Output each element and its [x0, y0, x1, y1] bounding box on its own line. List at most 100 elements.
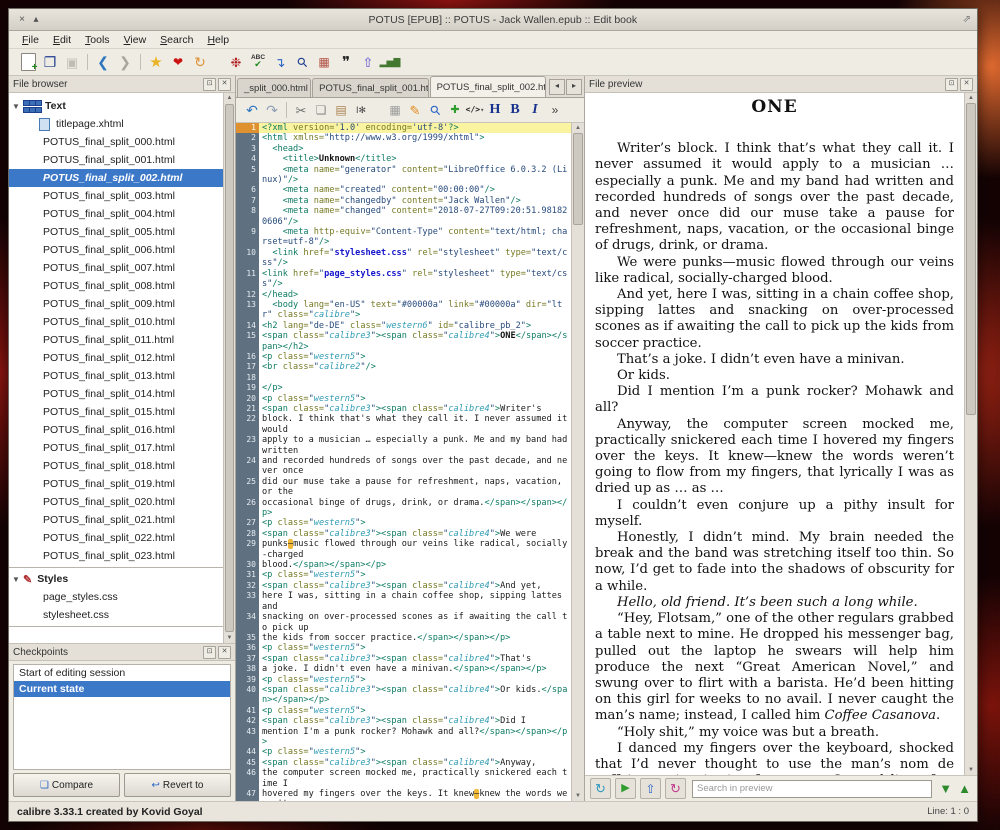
code-line[interactable]: 1<?xml version='1.0' encoding='utf-8'?>	[236, 123, 571, 133]
code-line[interactable]: 14<h2 lang="de-DE" class="western6" id="…	[236, 321, 571, 331]
file-item[interactable]: POTUS_final_split_020.html	[9, 493, 223, 511]
code-line[interactable]: 33here I was, sitting in a chain coffee …	[236, 591, 571, 612]
chevron-down-icon[interactable]: ▼	[9, 575, 23, 584]
code-line[interactable]: 18	[236, 373, 571, 383]
code-line[interactable]: 39<p class="western5">	[236, 675, 571, 685]
file-item[interactable]: stylesheet.css	[9, 606, 223, 624]
file-item[interactable]: POTUS_final_split_018.html	[9, 457, 223, 475]
menu-search[interactable]: Search	[153, 33, 200, 47]
code-line[interactable]: 21<span class="calibre3"><span class="ca…	[236, 404, 571, 414]
file-browser-float-icon[interactable]: ⊡	[203, 78, 216, 91]
file-item[interactable]: POTUS_final_split_021.html	[9, 511, 223, 529]
file-item[interactable]: POTUS_final_split_001.html	[9, 151, 223, 169]
code-line[interactable]: 31<p class="western5">	[236, 570, 571, 580]
paste-icon[interactable]: ▤	[332, 101, 350, 119]
file-item[interactable]: POTUS_final_split_002.html	[9, 169, 223, 187]
code-line[interactable]: 27<p class="western5">	[236, 518, 571, 528]
code-line[interactable]: 8 <meta name="changed" content="2018-07-…	[236, 206, 571, 227]
file-item[interactable]: POTUS_final_split_016.html	[9, 421, 223, 439]
revert-to-button[interactable]: ↩ Revert to	[124, 773, 231, 797]
save-preview-icon[interactable]: ⇧	[640, 778, 661, 799]
find-previous-icon[interactable]: ▲	[958, 781, 971, 796]
scroll-down-icon[interactable]: ▼	[968, 765, 974, 775]
code-line[interactable]: 36<p class="western5">	[236, 643, 571, 653]
code-area[interactable]: 1<?xml version='1.0' encoding='utf-8'?>2…	[236, 123, 571, 801]
file-item[interactable]: POTUS_final_split_010.html	[9, 313, 223, 331]
search-book-icon[interactable]: ⚲	[288, 48, 316, 76]
editor-tab[interactable]: _split_000.html✕	[237, 78, 311, 97]
code-line[interactable]: 12</head>	[236, 290, 571, 300]
file-item[interactable]: POTUS_final_split_000.html	[9, 133, 223, 151]
scroll-up-icon[interactable]: ▲	[227, 93, 233, 103]
checkpoints-float-icon[interactable]: ⊡	[203, 646, 216, 659]
code-line[interactable]: 6 <meta name="created" content="00:00:00…	[236, 185, 571, 195]
file-item[interactable]: POTUS_final_split_013.html	[9, 367, 223, 385]
menu-tools[interactable]: Tools	[78, 33, 117, 47]
preview-scrollbar[interactable]: ▲ ▼	[964, 93, 977, 775]
cut-icon[interactable]: ✂	[292, 101, 310, 119]
menu-edit[interactable]: Edit	[46, 33, 78, 47]
code-line[interactable]: 5 <meta name="generator" content="LibreO…	[236, 165, 571, 186]
window-resize-icon[interactable]: ⇗	[963, 14, 971, 25]
code-line[interactable]: 28<span class="calibre3"><span class="ca…	[236, 529, 571, 539]
scroll-thumb[interactable]	[966, 103, 976, 415]
go-back-icon[interactable]: ❮	[93, 52, 113, 72]
file-item[interactable]: POTUS_final_split_005.html	[9, 223, 223, 241]
file-item[interactable]: POTUS_final_split_022.html	[9, 529, 223, 547]
compare-button[interactable]: ❏ Compare	[13, 773, 120, 797]
code-line[interactable]: 15<span class="calibre3"><span class="ca…	[236, 331, 571, 352]
find-replace-icon[interactable]: ⚲	[422, 97, 447, 122]
insert-special-character-icon[interactable]: I✻	[352, 101, 370, 119]
code-line[interactable]: 13 <body lang="en-US" text="#00000a" lin…	[236, 300, 571, 321]
code-line[interactable]: 37<span class="calibre3"><span class="ca…	[236, 654, 571, 664]
code-line[interactable]: 2<html xmlns="http://www.w3.org/1999/xht…	[236, 133, 571, 143]
file-item[interactable]: POTUS_final_split_006.html	[9, 241, 223, 259]
italic-icon[interactable]: I	[526, 101, 544, 119]
find-next-icon[interactable]: ▼	[939, 781, 952, 796]
scroll-thumb[interactable]	[225, 104, 234, 632]
tab-scroll-right-icon[interactable]: ▸	[566, 79, 582, 95]
file-tree-scrollbar[interactable]: ▲ ▼	[223, 93, 235, 643]
file-item[interactable]: titlepage.xhtml	[9, 115, 223, 133]
go-forward-icon[interactable]: ❯	[115, 52, 135, 72]
run-preview-icon[interactable]: ▶	[615, 778, 636, 799]
insert-image-icon[interactable]: ▦	[386, 101, 404, 119]
code-line[interactable]: 43mention I'm a punk rocker? Mohawk and …	[236, 727, 571, 748]
file-item[interactable]: POTUS_final_split_009.html	[9, 295, 223, 313]
code-line[interactable]: 16<p class="western5">	[236, 352, 571, 362]
editor-tab[interactable]: POTUS_final_split_001.html✕	[312, 78, 428, 97]
menu-view[interactable]: View	[117, 33, 154, 47]
window-shade-icon[interactable]: ▴	[29, 14, 43, 25]
bold-icon[interactable]: B	[506, 101, 524, 119]
smarten-punctuation-icon[interactable]: ❞	[336, 52, 356, 72]
code-line[interactable]: 41<p class="western5">	[236, 706, 571, 716]
scroll-down-icon[interactable]: ▼	[575, 791, 581, 801]
check-book-bug-icon[interactable]: ❉	[226, 52, 246, 72]
checkpoint-star-icon[interactable]: ★	[146, 52, 166, 72]
code-line[interactable]: 24and recorded hundreds of songs over th…	[236, 456, 571, 477]
tree-section-text[interactable]: ▼Text	[9, 97, 223, 115]
scroll-down-icon[interactable]: ▼	[227, 633, 233, 643]
code-line[interactable]: 47hovered my fingers over the keys. It k…	[236, 789, 571, 801]
file-item[interactable]: POTUS_final_split_019.html	[9, 475, 223, 493]
code-line[interactable]: 22block. I think that's what they call i…	[236, 414, 571, 435]
code-line[interactable]: 11<link href="page_styles.css" rel="styl…	[236, 269, 571, 290]
scroll-up-icon[interactable]: ▲	[575, 123, 581, 133]
code-line[interactable]: 23apply to a musician … especially a pun…	[236, 435, 571, 456]
file-preview-float-icon[interactable]: ⊡	[945, 78, 958, 91]
code-line[interactable]: 4 <title>Unknown</title>	[236, 154, 571, 164]
code-line[interactable]: 35the kids from soccer practice.</span><…	[236, 633, 571, 643]
code-line[interactable]: 30blood.</span></span></p>	[236, 560, 571, 570]
code-scrollbar[interactable]: ▲ ▼	[571, 123, 584, 801]
code-editor[interactable]: 1<?xml version='1.0' encoding='utf-8'?>2…	[236, 123, 584, 801]
code-line[interactable]: 25did our muse take a pause for refreshm…	[236, 477, 571, 498]
file-item[interactable]: POTUS_final_split_003.html	[9, 187, 223, 205]
preview-search-input[interactable]	[692, 780, 932, 798]
code-line[interactable]: 19</p>	[236, 383, 571, 393]
heading-icon[interactable]: H	[486, 101, 504, 119]
insert-tag-icon[interactable]: ✚	[446, 101, 464, 119]
more-tools-icon[interactable]: »	[546, 101, 564, 119]
code-line[interactable]: 45<span class="calibre3"><span class="ca…	[236, 758, 571, 768]
tab-scroll-left-icon[interactable]: ◂	[549, 79, 565, 95]
compress-images-icon[interactable]: ▦	[314, 52, 334, 72]
